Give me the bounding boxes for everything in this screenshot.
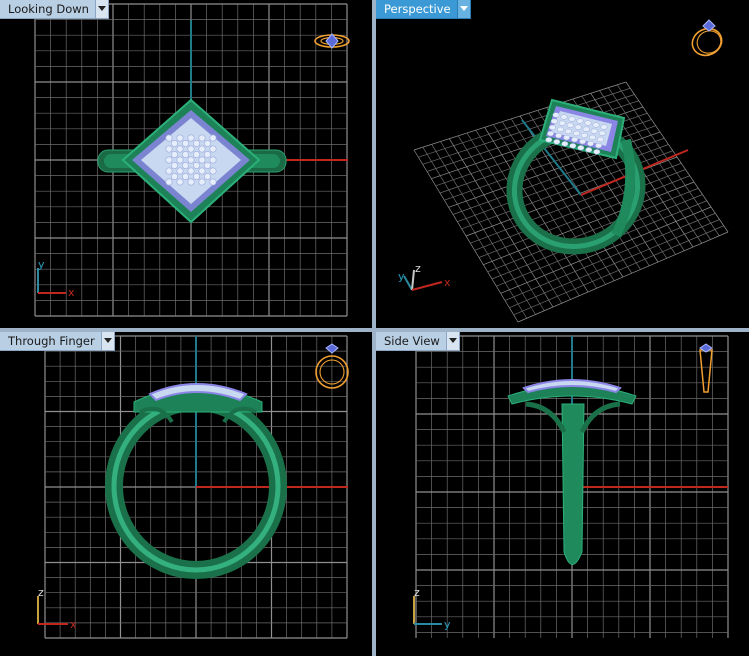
axis-label-y: y [38, 258, 45, 271]
tab-perspective[interactable]: Perspective [376, 0, 471, 19]
tab-through-finger[interactable]: Through Finger [0, 332, 115, 351]
viewport-canvas-perspective[interactable]: y z x [376, 0, 749, 328]
viewport-side-view[interactable]: z y Side View [376, 332, 749, 656]
axis-triad: z y [413, 586, 451, 631]
axis-label-z: z [414, 586, 420, 599]
viewport-title: Perspective [384, 2, 451, 16]
dropdown-arrow-icon[interactable] [100, 332, 114, 350]
ring-model[interactable] [97, 98, 287, 224]
dropdown-arrow-icon[interactable] [445, 332, 459, 350]
viewport-title: Through Finger [8, 334, 95, 348]
axis-label-x: x [68, 286, 75, 299]
ring-navigation-icon[interactable] [688, 19, 726, 60]
ring-navigation-icon[interactable] [314, 33, 350, 49]
tab-looking-down[interactable]: Looking Down [0, 0, 109, 19]
dropdown-arrow-icon[interactable] [94, 0, 108, 18]
axis-triad: y x [37, 258, 75, 299]
axis-triad: y z x [398, 262, 451, 291]
viewport-canvas-front[interactable]: z x [0, 332, 372, 656]
viewport-canvas-top[interactable]: y x [0, 0, 372, 328]
dropdown-arrow-icon[interactable] [456, 0, 470, 18]
axis-label-y: y [398, 270, 405, 283]
axis-label-y: y [444, 618, 451, 631]
viewport-splitter-horizontal[interactable] [0, 328, 749, 332]
tab-side-view[interactable]: Side View [376, 332, 460, 351]
axis-label-z: z [38, 586, 44, 599]
viewport-through-finger[interactable]: z x Through Finger [0, 332, 372, 656]
viewport-canvas-side[interactable]: z y [376, 332, 749, 656]
axis-label-x: x [70, 618, 77, 631]
viewport-title: Side View [384, 334, 440, 348]
ring-model[interactable] [498, 98, 654, 264]
ring-navigation-icon[interactable] [699, 343, 713, 393]
axis-label-z: z [415, 262, 421, 275]
viewport-perspective[interactable]: y z x Perspective [376, 0, 749, 328]
ring-model[interactable] [507, 379, 637, 565]
viewport-title: Looking Down [8, 2, 89, 16]
viewport-looking-down[interactable]: y x Looking Down [0, 0, 372, 328]
axis-label-x: x [444, 276, 451, 289]
